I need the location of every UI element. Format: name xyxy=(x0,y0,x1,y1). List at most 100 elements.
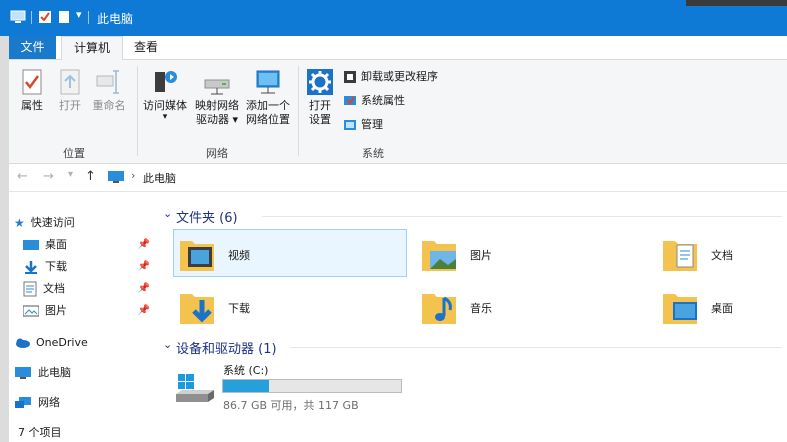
rename-label: 重命名 xyxy=(92,99,126,112)
divider xyxy=(88,11,89,24)
tab-file[interactable]: 文件 xyxy=(9,36,56,59)
drive-free-space: 86.7 GB 可用，共 117 GB xyxy=(223,399,359,412)
computer-icon xyxy=(15,367,31,379)
folder-music[interactable]: 音乐 xyxy=(420,284,620,330)
map-network-drive-button[interactable]: 映射网络 驱动器 ▾ xyxy=(191,68,243,127)
tab-view[interactable]: 查看 xyxy=(125,36,167,59)
music-folder-icon xyxy=(422,294,456,324)
folders-section-header[interactable]: 文件夹 (6) xyxy=(176,207,238,226)
open-settings-button[interactable]: 打开 设置 xyxy=(303,68,337,127)
folders-collapse-chevron-icon[interactable]: ⌄ xyxy=(163,207,172,220)
properties-button[interactable]: 属性 xyxy=(15,68,49,113)
recent-locations-chevron-icon[interactable]: ▾ xyxy=(68,169,73,180)
properties-icon xyxy=(22,69,42,95)
nav-item-documents[interactable]: 文档 📌 xyxy=(23,278,154,300)
cloud-icon xyxy=(16,338,30,348)
address-bar: ← → ▾ ↑ › 此电脑 xyxy=(9,164,787,192)
uninstall-programs-button[interactable]: 卸载或更改程序 xyxy=(343,68,438,86)
ribbon-group-divider xyxy=(137,66,138,156)
pictures-folder-icon xyxy=(422,241,456,271)
new-folder-icon[interactable] xyxy=(58,10,70,24)
map-drive-label-line1: 映射网络 xyxy=(195,99,239,112)
manage-icon xyxy=(344,120,356,130)
nav-item-downloads[interactable]: 下载 📌 xyxy=(23,256,154,278)
section-divider xyxy=(262,216,782,217)
access-media-button[interactable]: 访问媒体 ▾ xyxy=(141,68,189,122)
picture-icon xyxy=(23,305,39,317)
nav-onedrive[interactable]: OneDrive xyxy=(14,332,154,354)
nav-item-desktop[interactable]: 桌面 📌 xyxy=(23,234,154,256)
pin-icon[interactable]: 📌 xyxy=(138,256,150,278)
system-properties-button[interactable]: 系统属性 xyxy=(343,92,405,110)
nav-item-label: 文档 xyxy=(43,282,65,295)
pin-icon[interactable]: 📌 xyxy=(138,278,150,300)
folder-desktop[interactable]: 桌面 xyxy=(661,284,781,330)
nav-this-pc[interactable]: 此电脑 xyxy=(14,362,154,384)
settings-gear-icon xyxy=(307,69,333,95)
nav-network[interactable]: 网络 xyxy=(14,392,154,414)
system-properties-label: 系统属性 xyxy=(361,94,405,107)
section-divider xyxy=(290,347,782,348)
breadcrumb-this-pc[interactable]: 此电脑 xyxy=(143,170,176,186)
network-group-label: 网络 xyxy=(206,147,228,160)
rename-button[interactable]: 重命名 xyxy=(89,68,129,113)
open-icon xyxy=(60,69,80,95)
add-location-label-line1: 添加一个 xyxy=(246,99,290,112)
star-icon: ★ xyxy=(14,216,25,230)
navigation-pane: ★ 快速访问 桌面 📌 下载 📌 文档 📌 图片 📌 OneDrive 此电脑 网… xyxy=(9,192,157,442)
desktop-icon xyxy=(23,240,39,250)
network-drive-icon xyxy=(204,79,230,95)
ribbon-group-divider xyxy=(298,66,299,156)
nav-item-label: 桌面 xyxy=(45,238,67,251)
folder-label: 视频 xyxy=(228,249,250,262)
media-server-icon xyxy=(155,71,177,92)
status-item-count: 7 个项目 xyxy=(18,426,62,439)
tab-computer[interactable]: 计算机 xyxy=(61,36,123,61)
nav-this-pc-label: 此电脑 xyxy=(38,366,71,379)
nav-item-pictures[interactable]: 图片 📌 xyxy=(23,300,154,322)
folder-label: 下载 xyxy=(228,302,250,315)
forward-arrow-icon[interactable]: → xyxy=(43,169,54,184)
location-group-label: 位置 xyxy=(63,147,85,160)
documents-folder-icon xyxy=(663,241,697,271)
network-location-icon xyxy=(256,70,280,94)
computer-icon xyxy=(10,10,26,23)
folder-label: 桌面 xyxy=(711,302,733,315)
video-folder-icon xyxy=(180,241,214,271)
download-icon xyxy=(25,261,37,274)
nav-item-label: 下载 xyxy=(45,260,67,273)
folder-videos[interactable]: 视频 xyxy=(178,231,378,277)
nav-quick-access-label: 快速访问 xyxy=(30,216,75,229)
address-field[interactable]: › 此电脑 xyxy=(107,167,787,187)
devices-section-header[interactable]: 设备和驱动器 (1) xyxy=(176,338,277,357)
windows-drive-icon xyxy=(176,374,214,402)
open-settings-label-line1: 打开 xyxy=(309,99,331,112)
nav-quick-access[interactable]: ★ 快速访问 xyxy=(14,212,154,234)
access-media-dropdown-icon: ▾ xyxy=(162,112,168,122)
folder-label: 图片 xyxy=(470,249,492,262)
folder-downloads[interactable]: 下载 xyxy=(178,284,378,330)
folder-documents[interactable]: 文档 xyxy=(661,231,781,277)
folder-label: 音乐 xyxy=(470,302,492,315)
devices-collapse-chevron-icon[interactable]: ⌄ xyxy=(163,338,172,351)
uninstall-label: 卸载或更改程序 xyxy=(361,70,438,83)
folder-pictures[interactable]: 图片 xyxy=(420,231,620,277)
pin-icon[interactable]: 📌 xyxy=(138,234,150,256)
properties-icon[interactable] xyxy=(38,10,52,24)
open-button[interactable]: 打开 xyxy=(53,68,87,113)
title-bar: ▾ 此电脑 xyxy=(0,0,787,36)
nav-onedrive-label: OneDrive xyxy=(36,336,88,349)
back-arrow-icon[interactable]: ← xyxy=(17,169,28,184)
rename-icon xyxy=(96,70,119,94)
add-location-label-line2: 网络位置 xyxy=(246,113,290,126)
pin-icon[interactable]: 📌 xyxy=(138,300,150,322)
ribbon: 属性 打开 重命名 位置 访问媒体 ▾ 映射网络 驱动器 ▾ 添加一个 网络位置… xyxy=(9,60,787,164)
drive-usage-fill xyxy=(223,380,270,392)
quick-access-dropdown-icon[interactable]: ▾ xyxy=(76,8,82,21)
add-network-location-button[interactable]: 添加一个 网络位置 xyxy=(243,68,293,127)
desktop-folder-icon xyxy=(663,294,697,324)
manage-button[interactable]: 管理 xyxy=(343,116,383,134)
up-arrow-icon[interactable]: ↑ xyxy=(85,169,96,184)
nav-network-label: 网络 xyxy=(38,396,60,409)
nav-item-label: 图片 xyxy=(45,304,67,317)
